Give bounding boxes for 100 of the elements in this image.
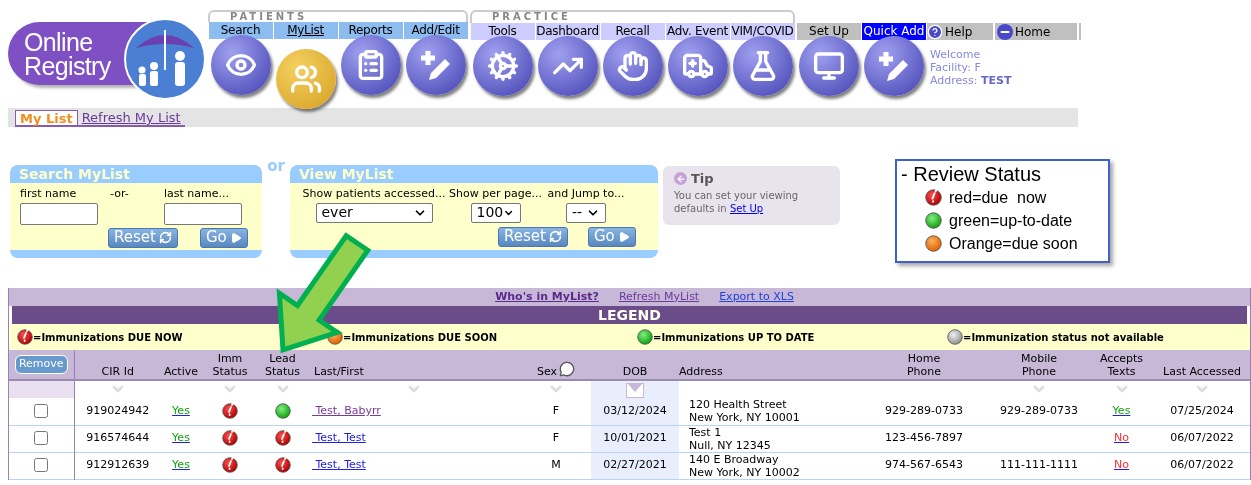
address-line: New York, NY 10002 [689,465,801,479]
panel-title: Search MyList [10,165,262,183]
logo-text: Registry [24,53,112,78]
legend-label: =Immunizations DUE NOW [33,331,183,345]
table-cell: 929-289-0733 [1000,404,1078,417]
active-link[interactable]: Yes [172,431,190,445]
table-cell: 03/12/2024 [603,404,667,417]
alert-dot-icon [17,329,33,345]
accessed-select[interactable]: ever [315,202,433,223]
tip-title: Tip [691,170,714,188]
nav-tab[interactable]: Reports [338,22,403,39]
field-label: first name [20,186,78,202]
address-line: 140 E Broadway [689,452,780,466]
column-header[interactable]: Last/First [314,365,521,378]
column-header[interactable]: Address [679,365,859,378]
welcome-text: Welcome [930,48,982,61]
computer-icon[interactable] [799,36,859,96]
table-link[interactable]: Who's in MyList? [495,288,599,306]
accepts-texts-link[interactable]: No [1114,431,1129,445]
status-label: Orange=due soon [949,233,1078,254]
nav-tab[interactable]: Quick Add [862,23,926,40]
column-header[interactable]: Accepts Texts [1089,352,1154,378]
nav-tab[interactable]: VIM/COVID [730,23,795,40]
home-link[interactable]: Home [995,23,1077,40]
field-label: and Jump to... [547,186,625,202]
legend-label: =Immunization status not available [963,331,1164,345]
address-line: Test 1 [689,425,723,439]
field-label: Show patients accessed... [302,186,446,202]
clipboard-icon[interactable] [340,35,401,95]
patient-link[interactable]: Test, Babyrr [312,404,381,417]
column-header[interactable]: Last Accessed [1154,365,1250,378]
nav-tab[interactable]: Search [208,22,273,39]
column-header[interactable]: CIR Id [74,365,161,378]
nav-tab[interactable]: Dashboard [535,23,600,40]
nav-tab[interactable]: Add/Edit [403,22,468,39]
row-checkbox[interactable] [34,431,49,446]
refresh-icon [158,231,172,244]
jump-select[interactable]: -- [566,202,606,223]
table-link[interactable]: Refresh MyList [618,288,700,306]
table-link[interactable]: Export to XLS [719,288,794,306]
facility-text: Facility: F [930,61,982,74]
column-header[interactable]: Imm Status [201,352,259,378]
per-page-select[interactable]: 100 [470,202,521,223]
plus-pencil-icon[interactable] [405,35,466,95]
table-cell: 10/01/2021 [603,431,667,445]
table-cell: 02/27/2021 [603,458,667,472]
patient-link[interactable]: Test, Test [312,458,366,472]
table-cell: 06/07/2022 [1170,458,1234,472]
accepts-texts-link[interactable]: Yes [1112,404,1131,417]
nav-tab[interactable]: Tools [470,23,535,40]
people-icon[interactable] [275,49,336,109]
ambulance-icon[interactable] [667,36,728,96]
column-header[interactable]: DOB [591,365,679,378]
table-cell: 123-456-7897 [885,431,963,445]
status-dot-icon [925,235,942,252]
sub-tab[interactable]: Refresh My List [77,110,185,127]
address-line: New York, NY 10001 [689,411,801,425]
field-label: Show per page... [449,186,542,202]
column-header[interactable]: Sex [536,365,558,378]
active-link[interactable]: Yes [172,404,190,417]
review-status-title: - Review Status [901,162,1043,186]
column-header[interactable]: Home Phone [859,352,989,378]
column-header[interactable]: Lead Status [259,352,306,378]
status-dot-icon [947,329,963,345]
alert-dot-icon [274,457,291,474]
setup-link[interactable]: Set Up [729,202,764,214]
last-name-field[interactable] [164,202,242,225]
nav-tab[interactable]: Recall [600,23,665,40]
play-icon [229,231,242,244]
logo-text: Online [24,29,94,54]
row-checkbox[interactable] [34,458,49,473]
column-header[interactable]: Mobile Phone [989,352,1089,378]
eye-icon[interactable] [210,35,271,95]
help-icon [927,23,943,40]
first-name-field[interactable] [20,202,98,225]
tip-text: You can set your viewing defaults in Set Up [674,188,800,215]
help-link[interactable]: Help [927,23,993,40]
nav-tab[interactable]: Set Up [797,23,861,40]
nav-tab[interactable]: MyList [273,22,338,39]
speech-bubble-icon [559,361,576,377]
row-checkbox[interactable] [34,404,49,418]
table-cell: 912912639 [86,458,150,472]
alert-dot-icon [274,430,291,447]
active-link[interactable]: Yes [172,458,190,472]
legend-label: =Immunizations DUE SOON [343,331,498,345]
plus-pencil-icon[interactable] [864,36,924,96]
table-cell: 919024942 [86,404,150,417]
legend-label: =Immunizations UP TO DATE [653,331,815,345]
address-text: Address: TEST [930,74,1013,87]
alert-dot-icon [222,403,238,419]
table-cell: F [552,431,560,445]
family-umbrella-icon [124,18,206,100]
accepts-texts-link[interactable]: No [1114,458,1129,472]
patient-link[interactable]: Test, Test [312,431,366,445]
hand-icon[interactable] [602,36,663,96]
alert-dot-icon [222,457,238,474]
column-header[interactable]: Active [161,365,201,378]
nav-tab[interactable]: Adv. Event [665,23,730,40]
legend-title: LEGEND [12,306,1247,324]
separator-text: -or- [109,186,130,202]
